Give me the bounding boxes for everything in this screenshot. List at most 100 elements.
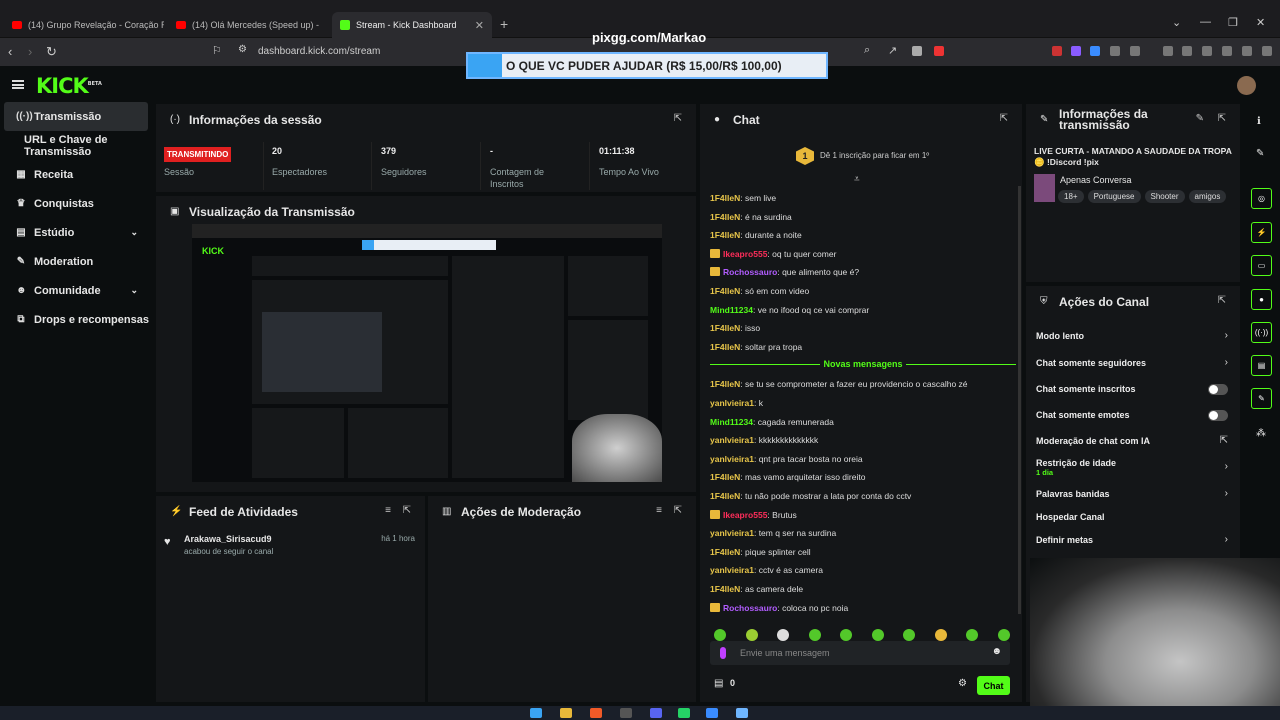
popout-icon[interactable]: ⇱ <box>674 113 682 124</box>
app-icon[interactable] <box>706 708 718 718</box>
rail-list-icon[interactable]: ▤ <box>1251 355 1272 376</box>
brave-icon[interactable] <box>590 708 602 718</box>
filter-icon[interactable]: ≡ <box>385 505 391 516</box>
browser-tab-kick[interactable]: Stream - Kick Dashboard ✕ <box>332 12 492 38</box>
twitch-extension-icon[interactable] <box>1071 46 1081 56</box>
external-link-icon[interactable]: ⇱ <box>1220 435 1228 446</box>
rail-wrench-icon[interactable]: ✎ <box>1251 388 1272 409</box>
emote-icon[interactable] <box>714 629 726 641</box>
send-chat-button[interactable]: Chat <box>977 676 1010 695</box>
extension-icon[interactable] <box>1130 46 1140 56</box>
rail-more-icon[interactable]: ⁂ <box>1256 428 1266 439</box>
chevron-right-icon[interactable]: › <box>1225 330 1228 341</box>
chat-username[interactable]: yanlvieira1 <box>710 528 754 538</box>
rail-broadcast-icon[interactable]: ((·)) <box>1251 322 1272 343</box>
emote-icon[interactable] <box>808 629 821 641</box>
channel-action-label[interactable]: Chat somente emotes <box>1036 410 1130 420</box>
chat-message[interactable]: yanlvieira1: kkkkkkkkkkkkkk <box>710 435 818 445</box>
browser-tab-youtube-2[interactable]: (14) Olá Mercedes (Speed up) - <box>168 12 328 38</box>
chat-username[interactable]: Ikeapro555 <box>723 510 767 520</box>
kick-logo[interactable]: KICKBETA <box>36 74 102 98</box>
channel-action-label[interactable]: Restrição de idade <box>1036 458 1116 468</box>
edit-icon[interactable]: ✎ <box>1256 148 1264 159</box>
browser-tab-youtube-1[interactable]: (14) Grupo Revelação - Coração Rad <box>4 12 164 38</box>
channel-action-label[interactable]: Palavras banidas <box>1036 489 1110 499</box>
chat-message[interactable]: Rochossauro: coloca no pc noia <box>710 602 848 613</box>
popout-icon[interactable]: ⇱ <box>1218 295 1226 306</box>
site-info-icon[interactable]: ⚙ <box>238 44 247 55</box>
rewards-icon[interactable] <box>934 46 944 56</box>
windows-start-icon[interactable] <box>530 708 542 718</box>
rail-camera-icon[interactable]: ◎ <box>1251 188 1272 209</box>
maximize-icon[interactable]: ❐ <box>1228 16 1238 29</box>
popout-icon[interactable]: ⇱ <box>1000 113 1008 124</box>
reload-icon[interactable]: ↻ <box>46 44 57 60</box>
chat-username[interactable]: 1F4lleN <box>710 472 740 482</box>
chat-message[interactable]: yanlvieira1: cctv é as camera <box>710 565 823 575</box>
menu-icon[interactable] <box>1262 46 1272 56</box>
chat-message[interactable]: 1F4lleN: durante a noite <box>710 230 802 240</box>
bookmark-icon[interactable]: ⚐ <box>212 44 222 57</box>
chat-message[interactable]: yanlvieira1: tem q ser na surdina <box>710 528 836 538</box>
leo-icon[interactable] <box>1222 46 1232 56</box>
feed-user[interactable]: Arakawa_Sirisacud9 <box>184 534 272 544</box>
minimize-icon[interactable]: — <box>1200 16 1211 28</box>
emote-icon[interactable] <box>840 629 852 641</box>
back-icon[interactable]: ‹ <box>8 44 12 59</box>
sidebar-icon[interactable] <box>1182 46 1192 56</box>
sidebar-item-estudio[interactable]: ▤ Estúdio ⌄ <box>0 218 152 247</box>
media-icon[interactable] <box>1163 46 1173 56</box>
search-icon[interactable]: ⌕ <box>864 44 870 57</box>
list-item[interactable]: ♥ Arakawa_Sirisacud9 acabou de seguir o … <box>164 534 419 564</box>
chat-username[interactable]: 1F4lleN <box>710 230 740 240</box>
chat-message[interactable]: 1F4lleN: só em com video <box>710 286 809 296</box>
chat-message[interactable]: 1F4lleN: pique splinter cell <box>710 547 811 557</box>
vpn-icon[interactable] <box>1242 46 1252 56</box>
wallet-icon[interactable] <box>1202 46 1212 56</box>
stream-tag[interactable]: 18+ <box>1058 190 1084 203</box>
chat-message[interactable]: Rochossauro: que alimento que é? <box>710 267 859 277</box>
chevron-down-icon[interactable]: ⌄ <box>1172 16 1181 29</box>
channel-action-label[interactable]: Hospedar Canal <box>1036 512 1105 522</box>
emote-icon[interactable] <box>745 629 758 641</box>
stream-preview[interactable]: KICK <box>192 224 662 482</box>
chat-username[interactable]: 1F4lleN <box>710 584 740 594</box>
chat-scrollbar[interactable] <box>1018 186 1021 614</box>
discord-icon[interactable] <box>650 708 662 718</box>
filter-icon[interactable]: ≡ <box>656 505 662 516</box>
extension-icon[interactable] <box>1052 46 1062 56</box>
channel-action-label[interactable]: Modo lento <box>1036 331 1084 341</box>
sidebar-item-comunidade[interactable]: ☻ Comunidade ⌄ <box>0 276 152 305</box>
sidebar-item-drops[interactable]: ⧉ Drops e recompensas <box>0 305 152 334</box>
chat-username[interactable]: yanlvieira1 <box>710 565 754 575</box>
emote-icon[interactable] <box>997 629 1010 641</box>
chat-username[interactable]: yanlvieira1 <box>710 435 754 445</box>
chevron-right-icon[interactable]: › <box>1225 534 1228 545</box>
chat-username[interactable]: yanlvieira1 <box>710 398 754 408</box>
sidebar-item-receita[interactable]: ▦ Receita <box>0 160 152 189</box>
stream-tag[interactable]: Shooter <box>1144 190 1185 203</box>
chat-username[interactable]: 1F4lleN <box>710 286 740 296</box>
chat-username[interactable]: Rochossauro <box>723 603 777 613</box>
share-icon[interactable]: ↗ <box>888 44 897 57</box>
popout-icon[interactable]: ⇱ <box>1218 113 1226 124</box>
chat-username[interactable]: 1F4lleN <box>710 323 740 333</box>
points-icon[interactable]: ▤ <box>714 678 723 689</box>
chat-username[interactable]: 1F4lleN <box>710 547 740 557</box>
chat-username[interactable]: 1F4lleN <box>710 379 740 389</box>
chat-message[interactable]: Mind11234: ve no ifood oq ce vai comprar <box>710 305 869 315</box>
edit-icon[interactable]: ✎ <box>1196 113 1204 124</box>
popout-icon[interactable]: ⇱ <box>674 505 682 516</box>
chat-message[interactable]: Mind11234: cagada remunerada <box>710 417 834 427</box>
rail-document-icon[interactable]: ▭ <box>1251 255 1272 276</box>
extension-icon[interactable] <box>1090 46 1100 56</box>
chevron-right-icon[interactable]: › <box>1225 488 1228 499</box>
chat-message[interactable]: Ikeapro555: oq tu quer comer <box>710 248 836 259</box>
chat-username[interactable]: Mind11234 <box>710 305 753 315</box>
chat-message[interactable]: 1F4lleN: isso <box>710 323 760 333</box>
emote-icon[interactable] <box>777 629 789 641</box>
chat-username[interactable]: Ikeapro555 <box>723 249 767 259</box>
chat-message[interactable]: 1F4lleN: sem live <box>710 193 776 203</box>
emote-icon[interactable] <box>934 629 947 641</box>
chat-username[interactable]: Rochossauro <box>723 267 777 277</box>
